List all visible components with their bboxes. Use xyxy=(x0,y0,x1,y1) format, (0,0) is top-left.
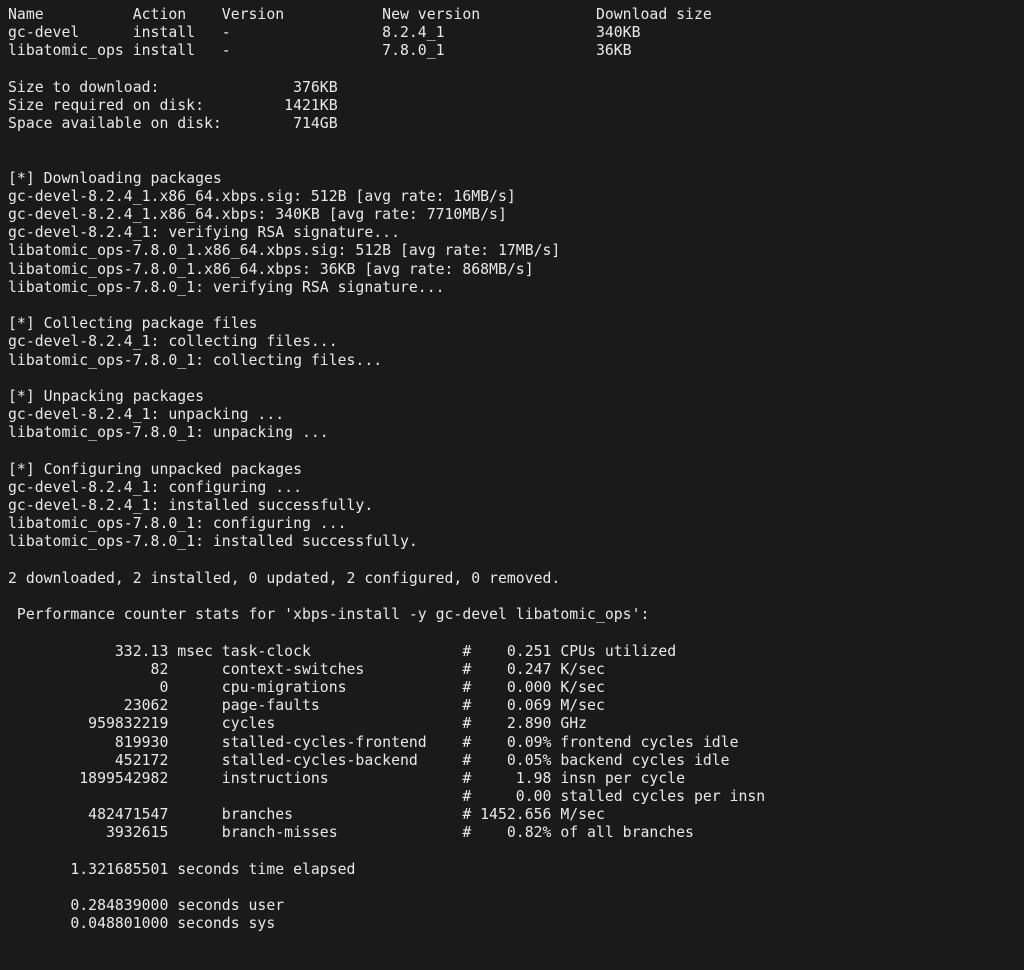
terminal-output: Name Action Version New version Download… xyxy=(0,0,1024,940)
